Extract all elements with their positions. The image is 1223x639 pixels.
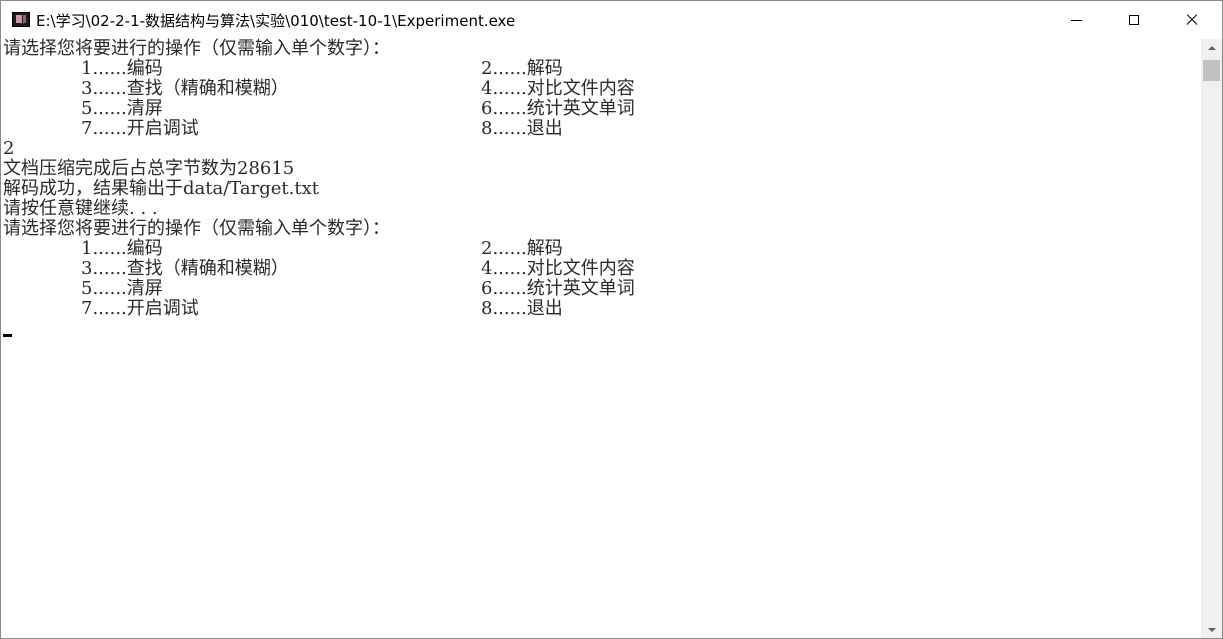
menu-option-6: 6......统计英文单词 xyxy=(481,278,635,299)
user-input: 2 xyxy=(3,138,15,159)
text-cursor xyxy=(3,334,12,337)
arrow-down-icon xyxy=(1207,627,1216,632)
menu-option-8: 8......退出 xyxy=(481,298,563,319)
menu-option-1: 1......编码 xyxy=(81,238,163,259)
window-title: E:\学习\02-2-1-数据结构与算法\实验\010\test-10-1\Ex… xyxy=(36,12,516,30)
scroll-up-button[interactable] xyxy=(1201,39,1222,56)
console-window: E:\学习\02-2-1-数据结构与算法\实验\010\test-10-1\Ex… xyxy=(0,0,1223,639)
console-output[interactable]: 请选择您将要进行的操作（仅需输入单个数字）： 1......编码 2......… xyxy=(1,39,1201,638)
menu-option-4: 4......对比文件内容 xyxy=(481,78,635,99)
menu-option-5: 5......清屏 xyxy=(81,98,163,119)
close-button[interactable] xyxy=(1163,1,1221,39)
menu-option-7: 7......开启调试 xyxy=(81,298,199,319)
menu-option-7: 7......开启调试 xyxy=(81,118,199,139)
output-line: 文档压缩完成后占总字节数为28615 xyxy=(3,158,295,179)
minimize-button[interactable] xyxy=(1047,1,1105,39)
menu-option-2: 2......解码 xyxy=(481,238,563,259)
menu-option-3: 3......查找（精确和模糊） xyxy=(81,258,289,279)
menu-option-5: 5......清屏 xyxy=(81,278,163,299)
menu-option-3: 3......查找（精确和模糊） xyxy=(81,78,289,99)
output-line: 请按任意键继续. . . xyxy=(3,198,158,219)
close-icon xyxy=(1185,13,1199,27)
menu-option-2: 2......解码 xyxy=(481,58,563,79)
menu-prompt: 请选择您将要进行的操作（仅需输入单个数字）： xyxy=(3,38,390,59)
arrow-up-icon xyxy=(1207,45,1216,50)
title-bar[interactable]: E:\学习\02-2-1-数据结构与算法\实验\010\test-10-1\Ex… xyxy=(1,1,1222,39)
menu-prompt: 请选择您将要进行的操作（仅需输入单个数字）： xyxy=(3,218,390,239)
minimize-icon xyxy=(1070,19,1082,21)
menu-option-4: 4......对比文件内容 xyxy=(481,258,635,279)
maximize-button[interactable] xyxy=(1105,1,1163,39)
console-app-icon[interactable] xyxy=(12,12,30,27)
maximize-icon xyxy=(1129,15,1139,25)
menu-option-6: 6......统计英文单词 xyxy=(481,98,635,119)
menu-option-1: 1......编码 xyxy=(81,58,163,79)
menu-option-8: 8......退出 xyxy=(481,118,563,139)
scroll-thumb[interactable] xyxy=(1203,60,1220,81)
vertical-scrollbar[interactable] xyxy=(1201,39,1222,638)
scroll-down-button[interactable] xyxy=(1201,621,1222,638)
output-line: 解码成功，结果输出于data/Target.txt xyxy=(3,178,319,199)
